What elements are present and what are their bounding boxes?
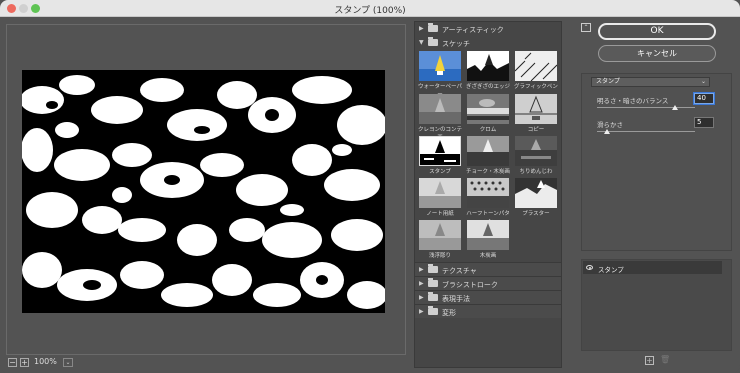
group-label: アーティスティック — [442, 26, 504, 34]
filter-thumb-torn-edges[interactable] — [467, 51, 509, 81]
expand-triangle-icon: ▶ — [419, 25, 424, 32]
folder-icon — [428, 278, 438, 287]
title-bar: スタンプ (100%) — [0, 0, 740, 17]
filter-label: コピー — [527, 127, 545, 133]
filter-label: グラフィックペン — [514, 84, 558, 90]
effect-layers-list: スタンプ — [581, 259, 732, 351]
smoothness-label: 滑らかさ — [597, 121, 623, 129]
filter-label: 木炭画 — [479, 253, 497, 259]
expand-triangle-icon: ▶ — [419, 266, 424, 273]
light-dark-balance-slider[interactable] — [597, 105, 695, 110]
expand-triangle-icon: ▶ — [419, 308, 424, 315]
filter-thumb-graphic-pen[interactable] — [514, 51, 558, 82]
group-label: 表現手法 — [442, 295, 470, 303]
group-brush-strokes[interactable]: ▶ ブラシストローク — [415, 276, 561, 290]
stamp-preview-image — [22, 70, 385, 313]
new-effect-layer-icon[interactable]: + — [645, 356, 654, 365]
chevron-down-icon: ⌄ — [700, 78, 706, 85]
filter-options: スタンプ ⌄ 明るさ・暗さのバランス 40 滑らかさ 5 — [581, 73, 732, 251]
preview-area[interactable] — [6, 24, 406, 355]
filter-label: 浅浮彫り — [428, 253, 451, 259]
zoom-in-button[interactable]: + — [20, 358, 29, 367]
filter-thumb-water-paper[interactable] — [419, 51, 461, 81]
filter-thumb-chalk-charcoal[interactable] — [467, 136, 509, 166]
filter-thumb-reticulation[interactable] — [515, 136, 557, 166]
zoom-out-button[interactable]: − — [8, 358, 17, 367]
filter-label: チョーク・木炭画 — [466, 169, 510, 175]
folder-icon — [428, 306, 438, 315]
group-label: スケッチ — [442, 40, 470, 48]
filter-thumb-stamp[interactable] — [419, 136, 461, 166]
group-distort[interactable]: ▶ 変形 — [415, 304, 561, 318]
filter-thumb-note-paper[interactable] — [419, 178, 461, 208]
filter-thumb-conte-crayon[interactable] — [419, 94, 461, 124]
slider-knob[interactable] — [603, 129, 610, 134]
zoom-menu-button[interactable]: ⌄ — [63, 358, 73, 367]
filter-label: プラスター — [522, 211, 550, 217]
cancel-button[interactable]: キャンセル — [598, 45, 716, 62]
folder-icon — [428, 23, 438, 32]
group-texture[interactable]: ▶ テクスチャ — [415, 262, 561, 276]
light-dark-balance-label: 明るさ・暗さのバランス — [597, 97, 669, 105]
filter-label: ぎざぎざのエッジ — [465, 84, 510, 90]
filter-label: クロム — [479, 127, 497, 133]
filter-settings-panel: ⌃ OK キャンセル スタンプ ⌄ 明るさ・暗さのバランス 40 滑らかさ 5 … — [578, 21, 735, 368]
preview-canvas[interactable] — [22, 70, 385, 313]
effect-layer-label: スタンプ — [598, 266, 624, 274]
group-artistic[interactable]: ▶ アーティスティック — [415, 22, 561, 36]
group-label: ブラシストローク — [442, 281, 498, 289]
filter-select[interactable]: スタンプ ⌄ — [591, 77, 710, 87]
filter-thumb-bas-relief[interactable] — [419, 220, 461, 250]
collapse-triangle-icon: ▼ — [419, 39, 424, 46]
preview-status-bar: − + 100% ⌄ — [6, 357, 406, 369]
expand-triangle-icon: ▶ — [419, 294, 424, 301]
collapse-gallery-icon[interactable]: ⌃ — [581, 23, 591, 32]
folder-icon — [428, 292, 438, 301]
filter-label: スタンプ — [429, 169, 451, 175]
delete-effect-layer-icon[interactable]: 🗑 — [660, 356, 670, 365]
filter-select-value: スタンプ — [596, 78, 620, 85]
filter-gallery-window: スタンプ (100%) − + 100% ⌄ ▶ アーティスティック ▼ スケッ… — [0, 0, 740, 373]
folder-icon — [428, 264, 438, 273]
filter-label: ノート用紙 — [426, 211, 454, 217]
smoothness-slider[interactable] — [597, 129, 695, 134]
group-stylize[interactable]: ▶ 表現手法 — [415, 290, 561, 304]
group-label: テクスチャ — [442, 267, 477, 275]
ok-button[interactable]: OK — [598, 23, 716, 40]
filter-gallery-panel: ▶ アーティスティック ▼ スケッチ ウォーターペーパー ぎざぎざのエッジ グラ… — [414, 21, 562, 368]
filter-thumb-chrome[interactable] — [467, 94, 509, 124]
light-dark-balance-input[interactable]: 40 — [694, 93, 714, 104]
filter-thumb-plaster[interactable] — [515, 178, 557, 208]
eye-icon[interactable] — [586, 265, 593, 270]
smoothness-input[interactable]: 5 — [694, 117, 714, 128]
group-sketch[interactable]: ▼ スケッチ — [415, 36, 561, 50]
folder-open-icon — [428, 37, 438, 46]
expand-triangle-icon: ▶ — [419, 280, 424, 287]
window-title: スタンプ (100%) — [334, 6, 406, 16]
slider-knob[interactable] — [672, 105, 679, 110]
zoom-level: 100% — [34, 357, 57, 366]
effect-layer-item[interactable]: スタンプ — [583, 261, 722, 274]
filter-thumb-halftone[interactable] — [467, 178, 509, 208]
filter-thumb-charcoal[interactable] — [467, 220, 509, 250]
group-label: 変形 — [442, 309, 456, 317]
filter-thumb-photocopy[interactable] — [515, 94, 557, 124]
filter-label: ちりめんじわ — [519, 169, 553, 175]
